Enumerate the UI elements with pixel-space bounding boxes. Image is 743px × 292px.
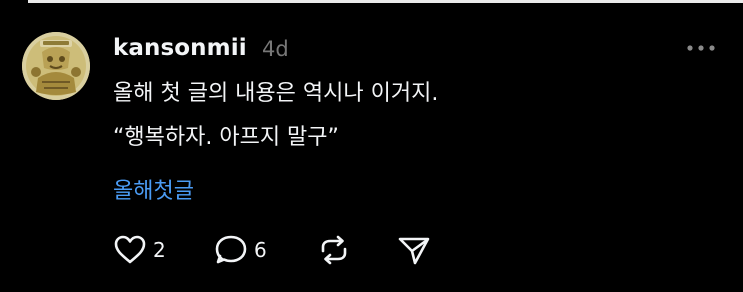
repost-icon [321, 235, 347, 265]
speech-bubble-icon [215, 235, 247, 264]
post-text-line-2: “행복하자. 아프지 말구” [113, 125, 339, 150]
more-dots-icon [687, 45, 715, 51]
avatar-image [22, 32, 90, 100]
repost-button[interactable] [317, 233, 351, 267]
reply-button[interactable]: 6 [214, 233, 267, 267]
heart-icon [114, 235, 146, 264]
like-button[interactable]: 2 [113, 233, 166, 267]
username[interactable]: kansonmii [113, 31, 247, 65]
hashtag-link[interactable]: 올해첫글 [113, 176, 194, 208]
top-divider-edge [28, 0, 743, 3]
reply-count: 6 [254, 238, 267, 262]
timestamp[interactable]: 4d [262, 33, 289, 65]
top-divider [0, 0, 743, 6]
like-count: 2 [153, 238, 166, 262]
avatar[interactable] [22, 32, 90, 100]
send-icon [398, 237, 430, 265]
more-button[interactable] [680, 36, 722, 60]
share-button[interactable] [397, 233, 431, 267]
post-text-line-1: 올해 첫 글의 내용은 역시나 이거지. [113, 81, 439, 106]
